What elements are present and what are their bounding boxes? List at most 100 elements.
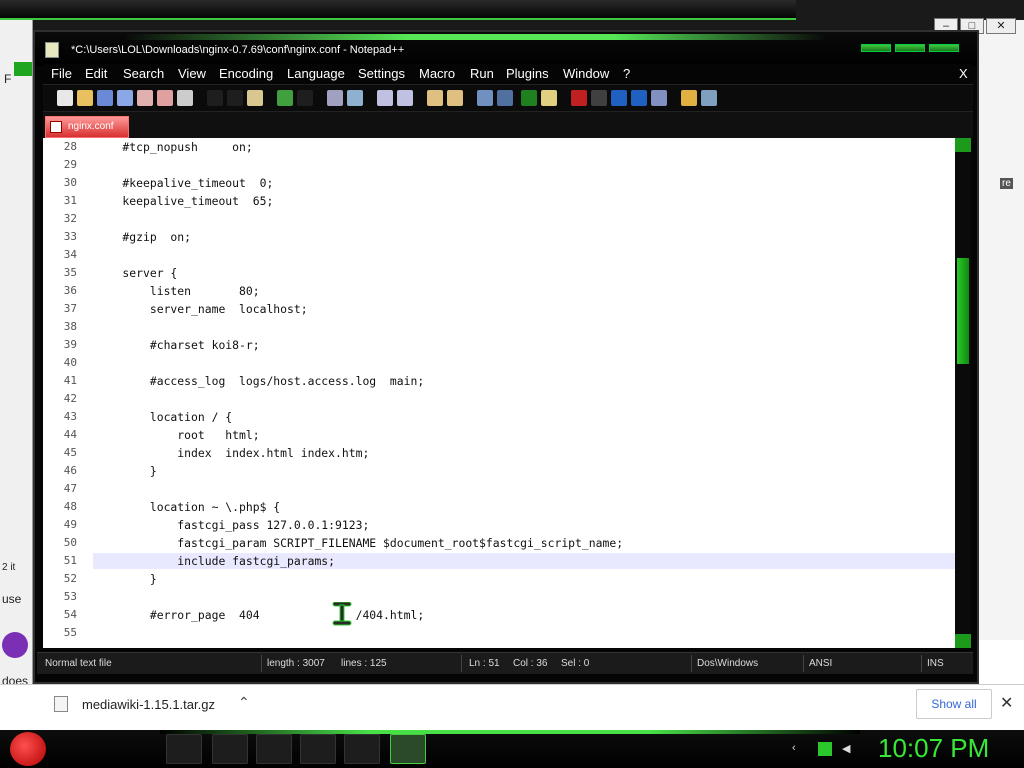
paste-icon[interactable] <box>247 90 263 106</box>
code-line[interactable]: include fastcgi_params; <box>95 554 335 568</box>
chrome-icon[interactable] <box>212 734 248 764</box>
spell-check-icon[interactable] <box>701 90 717 106</box>
line-number: 52 <box>63 572 77 585</box>
scroll-thumb[interactable] <box>957 258 969 364</box>
redo-icon[interactable] <box>297 90 313 106</box>
code-line[interactable]: #error_page 404 /404.html; <box>95 608 424 622</box>
code-line[interactable]: fastcgi_pass 127.0.0.1:9123; <box>95 518 369 532</box>
menu-bar: File Edit Search View Encoding Language … <box>43 64 973 84</box>
line-number: 31 <box>63 194 77 207</box>
cut-icon[interactable] <box>207 90 223 106</box>
app-icon[interactable] <box>300 734 336 764</box>
scroll-up-button[interactable] <box>955 138 971 152</box>
menu-help[interactable]: ? <box>623 66 630 81</box>
menu-language[interactable]: Language <box>287 66 345 81</box>
minimize-button[interactable] <box>861 44 891 52</box>
menu-settings[interactable]: Settings <box>358 66 405 81</box>
status-lines: lines : 125 <box>341 658 387 669</box>
play-macro-icon[interactable] <box>611 90 627 106</box>
status-line-number: Ln : 51 <box>469 658 500 669</box>
menu-plugins[interactable]: Plugins <box>506 66 549 81</box>
code-line[interactable]: #access_log logs/host.access.log main; <box>95 374 424 388</box>
code-line[interactable]: location / { <box>95 410 232 424</box>
network-icon[interactable] <box>344 734 380 764</box>
code-line[interactable]: #gzip on; <box>95 230 191 244</box>
save-all-icon[interactable] <box>117 90 133 106</box>
tray-battery-icon[interactable] <box>818 742 832 756</box>
copy-icon[interactable] <box>227 90 243 106</box>
explorer-icon[interactable] <box>166 734 202 764</box>
undo-icon[interactable] <box>277 90 293 106</box>
close-download-bar-icon[interactable]: ✕ <box>1000 693 1013 713</box>
print-icon[interactable] <box>177 90 193 106</box>
close-doc-button[interactable]: X <box>959 66 968 81</box>
code-line[interactable]: location ~ \.php$ { <box>95 500 280 514</box>
start-button-icon[interactable] <box>10 732 46 766</box>
line-number: 51 <box>63 554 77 567</box>
7zip-icon[interactable] <box>256 734 292 764</box>
tab-nginx-conf[interactable]: nginx.conf <box>45 116 129 138</box>
menu-search[interactable]: Search <box>123 66 164 81</box>
code-line[interactable]: #keepalive_timeout 0; <box>95 176 273 190</box>
download-filename[interactable]: mediawiki-1.15.1.tar.gz <box>82 697 215 712</box>
open-folder-icon[interactable] <box>681 90 697 106</box>
code-line[interactable]: listen 80; <box>95 284 260 298</box>
menu-run[interactable]: Run <box>470 66 494 81</box>
background-window-titlebar <box>0 0 796 20</box>
code-line[interactable]: server_name localhost; <box>95 302 308 316</box>
tray-arrow-icon[interactable]: ‹ <box>792 742 806 756</box>
line-number: 39 <box>63 338 77 351</box>
all-chars-icon[interactable] <box>497 90 513 106</box>
record-macro-icon[interactable] <box>571 90 587 106</box>
menu-window[interactable]: Window <box>563 66 609 81</box>
menu-view[interactable]: View <box>178 66 206 81</box>
code-editor[interactable]: 28 29 30 31 32 33 34 35 36 37 38 39 40 41 42 43 44 45 46 47… <box>43 138 971 648</box>
new-file-icon[interactable] <box>57 90 73 106</box>
zoom-out-icon[interactable] <box>397 90 413 106</box>
code-line[interactable]: server { <box>95 266 177 280</box>
code-line[interactable]: } <box>95 464 157 478</box>
close-icon[interactable] <box>137 90 153 106</box>
menu-macro[interactable]: Macro <box>419 66 455 81</box>
wrap-icon[interactable] <box>477 90 493 106</box>
indent-guide-icon[interactable] <box>521 90 537 106</box>
notepadpp-task-icon[interactable] <box>390 734 426 764</box>
save-icon[interactable] <box>97 90 113 106</box>
background-right-window: re <box>976 20 1024 640</box>
code-line[interactable]: fastcgi_param SCRIPT_FILENAME $document_… <box>95 536 623 550</box>
stop-macro-icon[interactable] <box>591 90 607 106</box>
code-line[interactable]: } <box>95 572 157 586</box>
chevron-up-icon[interactable]: ⌃ <box>238 694 250 711</box>
zoom-in-icon[interactable] <box>377 90 393 106</box>
menu-encoding[interactable]: Encoding <box>219 66 273 81</box>
run-macro-multiple-icon[interactable] <box>631 90 647 106</box>
close-window-button[interactable] <box>929 44 959 52</box>
status-insert-mode: INS <box>927 658 944 669</box>
bg-close-button[interactable]: ✕ <box>986 18 1016 34</box>
code-line[interactable]: keepalive_timeout 65; <box>95 194 273 208</box>
code-line[interactable]: #tcp_nopush on; <box>95 140 252 154</box>
user-lang-icon[interactable] <box>541 90 557 106</box>
find-icon[interactable] <box>327 90 343 106</box>
sync-v-icon[interactable] <box>427 90 443 106</box>
line-number: 50 <box>63 536 77 549</box>
menu-file[interactable]: File <box>51 66 72 81</box>
close-all-icon[interactable] <box>157 90 173 106</box>
sync-h-icon[interactable] <box>447 90 463 106</box>
clock[interactable]: 10:07 PM <box>878 733 989 764</box>
title-bar[interactable]: *C:\Users\LOL\Downloads\nginx-0.7.69\con… <box>35 32 977 66</box>
save-macro-icon[interactable] <box>651 90 667 106</box>
code-line[interactable]: root html; <box>95 428 259 442</box>
maximize-button[interactable] <box>895 44 925 52</box>
show-all-button[interactable]: Show all <box>916 689 992 719</box>
scroll-down-button[interactable] <box>955 634 971 648</box>
code-line[interactable]: index index.html index.htm; <box>95 446 369 460</box>
code-line[interactable]: #charset koi8-r; <box>95 338 260 352</box>
menu-edit[interactable]: Edit <box>85 66 107 81</box>
volume-icon[interactable]: ◀ <box>842 742 856 756</box>
open-file-icon[interactable] <box>77 90 93 106</box>
line-number: 34 <box>63 248 77 261</box>
vertical-scrollbar[interactable] <box>955 138 971 648</box>
replace-icon[interactable] <box>347 90 363 106</box>
toolbar <box>43 84 973 112</box>
